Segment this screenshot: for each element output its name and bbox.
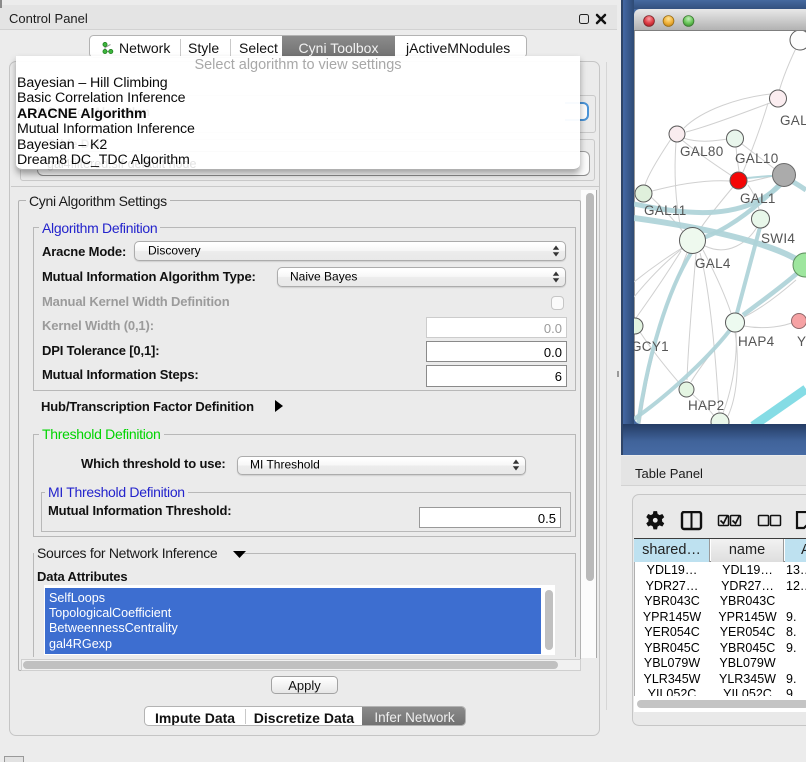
svg-text:HAP4: HAP4 bbox=[738, 334, 775, 349]
svg-text:GAL80: GAL80 bbox=[680, 144, 724, 159]
svg-text:GCY1: GCY1 bbox=[634, 339, 669, 354]
svg-text:GAL11: GAL11 bbox=[644, 203, 687, 218]
svg-text:GAL10: GAL10 bbox=[735, 151, 779, 166]
svg-text:Y: Y bbox=[797, 334, 806, 349]
svg-text:GAL4: GAL4 bbox=[695, 256, 731, 271]
svg-text:GAL7: GAL7 bbox=[780, 113, 806, 128]
svg-text:SWI4: SWI4 bbox=[761, 231, 795, 246]
svg-text:GAL1: GAL1 bbox=[740, 191, 776, 206]
svg-text:HAP2: HAP2 bbox=[688, 398, 724, 413]
